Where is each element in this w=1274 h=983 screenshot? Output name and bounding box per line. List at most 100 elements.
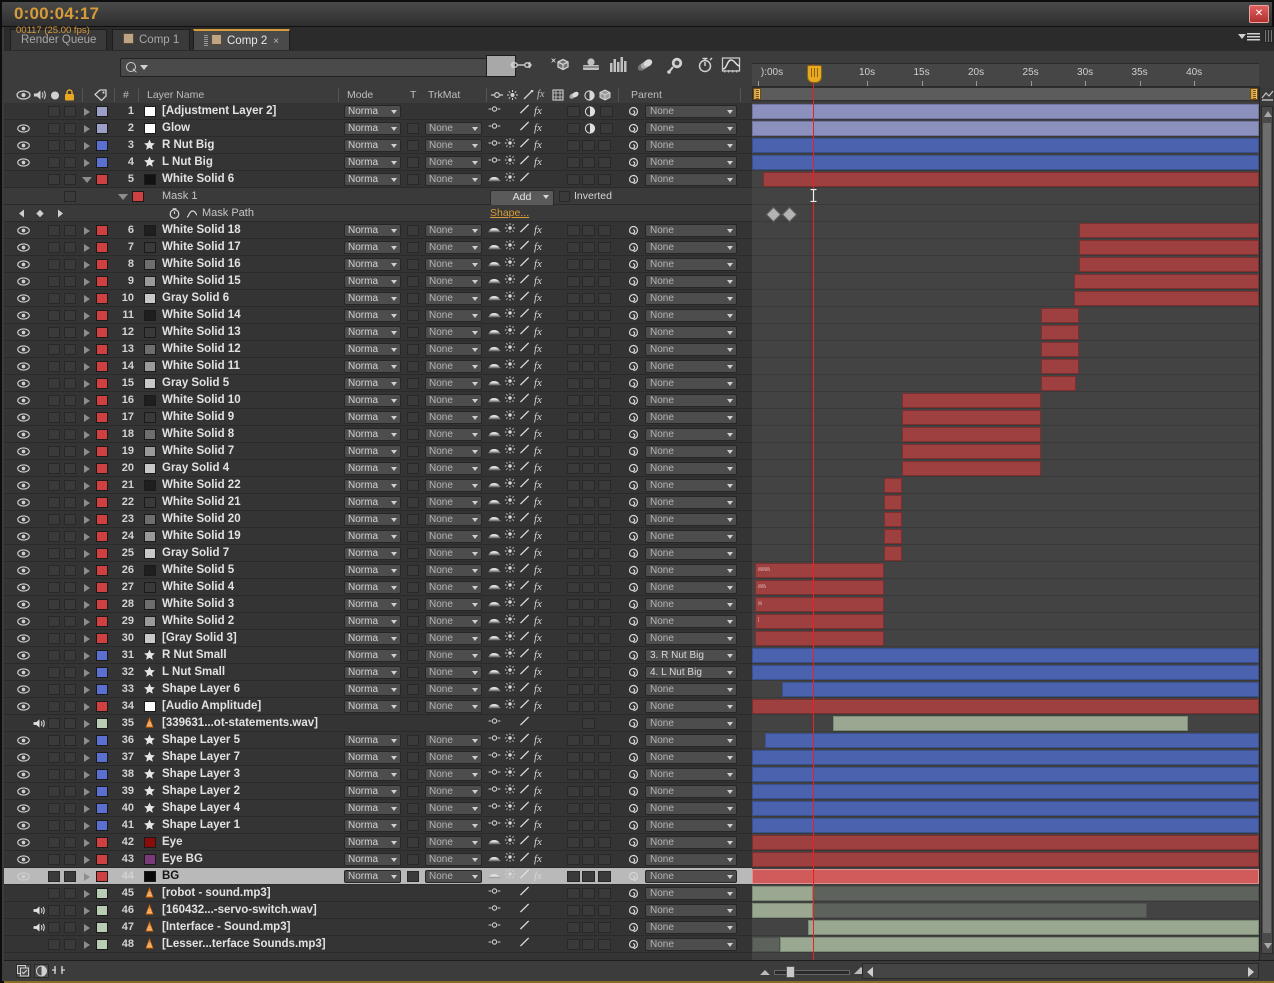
expand-layer-triangle[interactable] <box>84 397 90 405</box>
layer-switches[interactable]: fx <box>488 359 568 373</box>
layer-switches[interactable] <box>488 886 568 900</box>
switch-blur[interactable] <box>519 257 531 272</box>
expand-layer-triangle[interactable] <box>84 142 90 150</box>
parent-pickwhip-icon[interactable] <box>628 446 639 457</box>
layer-row[interactable]: 19 White Solid 7 Norma None fx None <box>4 443 752 460</box>
layer-option-toggle[interactable] <box>582 480 595 491</box>
layer-option-toggle[interactable] <box>567 463 580 474</box>
track-matte-dropdown[interactable]: None <box>425 411 482 424</box>
eye-icon[interactable] <box>16 446 31 457</box>
layer-switches[interactable]: fx <box>488 444 568 458</box>
current-time-indicator-head[interactable] <box>807 65 823 83</box>
zoom-knob[interactable] <box>786 966 795 978</box>
layer-duration-bar[interactable] <box>833 716 1188 731</box>
expand-layer-triangle[interactable] <box>84 686 90 694</box>
collapse-transform-icon[interactable] <box>488 172 501 182</box>
switch-sun[interactable] <box>504 529 516 544</box>
solo-toggle[interactable] <box>48 327 60 338</box>
quality-icon[interactable] <box>504 444 516 454</box>
expand-layer-triangle[interactable] <box>84 873 90 881</box>
layer-option-toggle[interactable] <box>598 259 611 270</box>
label-color-swatch[interactable] <box>96 565 108 576</box>
switch-mask[interactable] <box>488 869 501 884</box>
switch-blur[interactable] <box>519 155 531 170</box>
switch-sun[interactable] <box>504 495 516 510</box>
switch-sun[interactable] <box>504 580 516 595</box>
switch-fx[interactable]: fx <box>534 104 542 119</box>
layer-option-toggle[interactable] <box>582 242 595 253</box>
blend-mode-dropdown[interactable]: Norma <box>344 530 401 543</box>
quality-icon[interactable] <box>504 291 516 301</box>
lock-toggle[interactable] <box>64 939 76 950</box>
lock-toggle[interactable] <box>64 378 76 389</box>
switch-sun[interactable] <box>504 342 516 357</box>
switch-blur[interactable] <box>519 869 531 884</box>
layer-name[interactable]: White Solid 2 <box>162 613 234 629</box>
eye-icon[interactable] <box>16 344 31 355</box>
layer-option-toggle[interactable] <box>582 752 595 763</box>
layer-option-toggle[interactable] <box>567 633 580 644</box>
layer-option-toggle[interactable] <box>598 480 611 491</box>
lock-toggle[interactable] <box>64 548 76 559</box>
track-matte-toggle[interactable] <box>407 276 419 287</box>
layer-option-toggle[interactable] <box>582 276 595 287</box>
expand-layer-triangle[interactable] <box>84 295 90 303</box>
parent-pickwhip-icon[interactable] <box>628 735 639 746</box>
quality-icon[interactable] <box>504 155 516 165</box>
eye-icon[interactable] <box>16 650 31 661</box>
timeline-row[interactable] <box>752 205 1259 223</box>
parent-dropdown[interactable]: None <box>645 343 737 356</box>
layer-name[interactable]: White Solid 14 <box>162 307 241 323</box>
layer-option-toggle[interactable] <box>567 497 580 508</box>
track-matte-toggle[interactable] <box>407 446 419 457</box>
parent-pickwhip[interactable] <box>628 667 639 678</box>
expand-layer-triangle[interactable] <box>84 669 90 677</box>
layer-row[interactable]: 41 Shape Layer 1 Norma None fx None <box>4 817 752 834</box>
layer-duration-bar[interactable] <box>1073 274 1259 289</box>
layer-duration-bar[interactable] <box>764 733 1259 748</box>
timeline-row[interactable] <box>752 749 1259 766</box>
layer-switches[interactable]: fx <box>488 274 568 288</box>
timeline-row[interactable] <box>752 545 1259 562</box>
track-matte-toggle[interactable] <box>407 548 419 559</box>
parent-dropdown[interactable]: None <box>645 819 737 832</box>
solo-toggle[interactable] <box>48 531 60 542</box>
expand-layer-triangle[interactable] <box>84 414 90 422</box>
lock-toggle[interactable] <box>64 157 76 168</box>
solo-toggle[interactable] <box>48 378 60 389</box>
blend-mode-dropdown[interactable]: Norma <box>344 479 401 492</box>
layer-name[interactable]: White Solid 10 <box>162 392 241 408</box>
quality-icon[interactable] <box>504 495 516 505</box>
eye-icon[interactable] <box>16 259 31 270</box>
switch-mask[interactable] <box>488 699 501 714</box>
switch-mask[interactable] <box>488 835 501 850</box>
eye-icon[interactable] <box>16 565 31 576</box>
quality-icon[interactable] <box>504 240 516 250</box>
layer-option-toggle[interactable] <box>582 684 595 695</box>
layer-row[interactable]: 42 Eye Norma None fx None <box>4 834 752 851</box>
solo-toggle[interactable] <box>48 769 60 780</box>
timeline-row[interactable] <box>752 256 1259 273</box>
switch-blur[interactable] <box>519 682 531 697</box>
solo-toggle[interactable] <box>48 888 60 899</box>
track-matte-toggle[interactable] <box>407 820 419 831</box>
quality-icon[interactable] <box>504 852 516 862</box>
parent-dropdown[interactable]: None <box>645 258 737 271</box>
expand-layer-triangle[interactable] <box>84 703 90 711</box>
switch-blur[interactable] <box>519 240 531 255</box>
lock-toggle[interactable] <box>64 480 76 491</box>
label-color-swatch[interactable] <box>96 667 108 678</box>
solo-toggle[interactable] <box>48 650 60 661</box>
timeline-row[interactable] <box>752 647 1259 664</box>
layer-duration-bar[interactable]: wwwl <box>754 563 884 578</box>
collapse-transform-icon[interactable] <box>488 240 501 250</box>
switch-sun[interactable] <box>504 308 516 323</box>
parent-pickwhip[interactable] <box>628 480 639 491</box>
layer-option-toggle[interactable] <box>567 310 580 321</box>
layer-name[interactable]: White Solid 17 <box>162 239 241 255</box>
layer-row[interactable]: 15 Gray Solid 5 Norma None fx None <box>4 375 752 392</box>
collapse-transform-icon[interactable] <box>488 461 501 471</box>
switch-fx[interactable]: fx <box>534 597 542 612</box>
lock-toggle[interactable] <box>64 871 76 882</box>
effects-switch-icon[interactable] <box>519 172 531 182</box>
